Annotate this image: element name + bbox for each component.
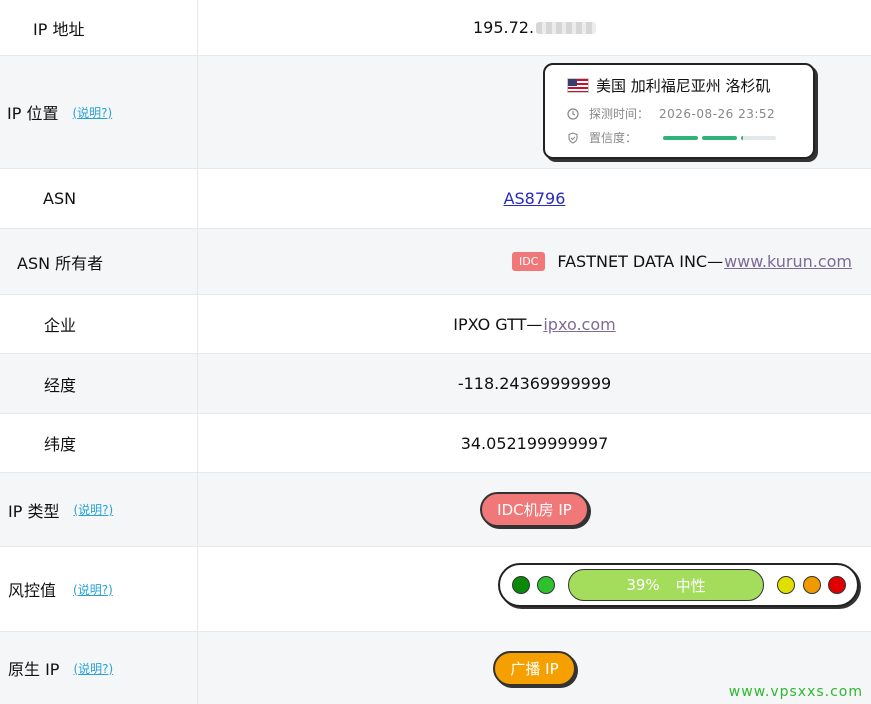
detect-time-value: 2026-08-26 23:52 bbox=[659, 106, 776, 121]
ip-type-help-link[interactable]: (说明?) bbox=[73, 501, 113, 518]
longitude-value: -118.24369999999 bbox=[457, 374, 612, 393]
confidence-bar-2 bbox=[702, 135, 738, 140]
location-help-link[interactable]: (说明?) bbox=[72, 104, 112, 121]
ip-type-label: IP 类型 bbox=[8, 501, 60, 521]
asn-owner-label: ASN 所有者 bbox=[17, 253, 104, 273]
risk-label: 风控值 bbox=[8, 581, 57, 600]
row-value-cell: IDC FASTNET DATA INC— www.kurun.com bbox=[198, 229, 871, 294]
company-label: 企业 bbox=[44, 316, 77, 335]
risk-dot-very-low bbox=[512, 576, 530, 594]
row-label-cell: 风控值 (说明?) bbox=[0, 547, 198, 631]
row-value-cell: -118.24369999999 bbox=[198, 354, 871, 413]
us-flag-icon bbox=[567, 78, 589, 93]
location-card: 美国 加利福尼亚州 洛杉矶 探测时间： 2026-08-26 23:52 置信度… bbox=[543, 63, 815, 159]
row-label-cell: IP 类型 (说明?) bbox=[0, 473, 198, 546]
confidence-bar-1 bbox=[663, 135, 699, 140]
detect-time-label: 探测时间： bbox=[589, 107, 650, 121]
risk-text: 中性 bbox=[675, 576, 706, 595]
row-latitude: 纬度 34.052199999997 bbox=[0, 414, 871, 473]
row-company: 企业 IPXO GTT— ipxo.com bbox=[0, 295, 871, 354]
native-ip-badge: 广播 IP bbox=[493, 650, 576, 686]
native-ip-help-link[interactable]: (说明?) bbox=[73, 660, 113, 677]
row-value-cell: IDC机房 IP bbox=[198, 473, 871, 546]
company-website-link[interactable]: ipxo.com bbox=[543, 315, 615, 334]
row-value-cell: AS8796 bbox=[198, 169, 871, 228]
asn-owner-name: FASTNET DATA INC— bbox=[557, 252, 724, 271]
confidence-line: 置信度： bbox=[567, 129, 813, 146]
asn-label: ASN bbox=[43, 189, 77, 208]
latitude-label: 纬度 bbox=[44, 435, 77, 454]
ip-location-label: IP 位置 bbox=[7, 104, 59, 123]
detect-time-line: 探测时间： 2026-08-26 23:52 bbox=[567, 105, 813, 122]
row-label-cell: ASN 所有者 bbox=[0, 229, 198, 294]
masked-ip-blur bbox=[536, 21, 597, 34]
asn-owner-website-link[interactable]: www.kurun.com bbox=[724, 252, 852, 271]
risk-dot-low bbox=[537, 576, 555, 594]
row-label-cell: 企业 bbox=[0, 295, 198, 353]
risk-percent: 39% bbox=[626, 576, 660, 594]
idc-tag-badge: IDC bbox=[511, 252, 546, 271]
row-label-cell: IP 地址 bbox=[0, 0, 198, 55]
row-value-cell: IPXO GTT— ipxo.com bbox=[198, 295, 871, 353]
ip-address-value: 195.72. bbox=[472, 18, 535, 37]
ip-address-label: IP 地址 bbox=[33, 19, 85, 39]
ip-type-badge: IDC机房 IP bbox=[480, 492, 589, 527]
clock-icon bbox=[567, 107, 579, 120]
row-risk-score: 风控值 (说明?) 39% 中性 bbox=[0, 547, 871, 632]
confidence-bars bbox=[663, 135, 780, 140]
row-label-cell: 经度 bbox=[0, 354, 198, 413]
row-value-cell: 34.052199999997 bbox=[198, 414, 871, 472]
row-label-cell: 纬度 bbox=[0, 414, 198, 472]
native-ip-label: 原生 IP bbox=[8, 660, 60, 679]
confidence-label: 置信度： bbox=[589, 131, 638, 145]
row-ip-location: IP 位置 (说明?) 美国 加利福尼亚州 洛杉矶 探测时间： 2026-08-… bbox=[0, 56, 871, 169]
row-ip-address: IP 地址 195.72. bbox=[0, 0, 871, 56]
row-asn-owner: ASN 所有者 IDC FASTNET DATA INC— www.kurun.… bbox=[0, 229, 871, 295]
shield-icon bbox=[568, 131, 578, 144]
row-asn: ASN AS8796 bbox=[0, 169, 871, 229]
risk-meter: 39% 中性 bbox=[498, 563, 859, 607]
risk-dot-medium bbox=[777, 576, 795, 594]
row-ip-type: IP 类型 (说明?) IDC机房 IP bbox=[0, 473, 871, 547]
row-value-cell: 195.72. bbox=[198, 0, 871, 55]
location-title: 美国 加利福尼亚州 洛杉矶 bbox=[567, 75, 813, 96]
risk-bar: 39% 中性 bbox=[568, 569, 764, 601]
latitude-value: 34.052199999997 bbox=[460, 433, 609, 453]
watermark: www.vpsxxs.com bbox=[728, 684, 863, 700]
risk-dot-very-high bbox=[828, 576, 846, 594]
risk-dot-high bbox=[803, 576, 821, 594]
company-name: IPXO GTT— bbox=[453, 314, 543, 334]
confidence-bar-3 bbox=[741, 135, 777, 140]
longitude-label: 经度 bbox=[44, 375, 77, 395]
row-label-cell: ASN bbox=[0, 169, 198, 228]
row-label-cell: IP 位置 (说明?) bbox=[0, 56, 198, 168]
row-longitude: 经度 -118.24369999999 bbox=[0, 354, 871, 414]
row-label-cell: 原生 IP (说明?) bbox=[0, 632, 198, 704]
asn-link[interactable]: AS8796 bbox=[504, 189, 566, 208]
risk-help-link[interactable]: (说明?) bbox=[73, 581, 113, 598]
location-text: 美国 加利福尼亚州 洛杉矶 bbox=[596, 77, 771, 95]
